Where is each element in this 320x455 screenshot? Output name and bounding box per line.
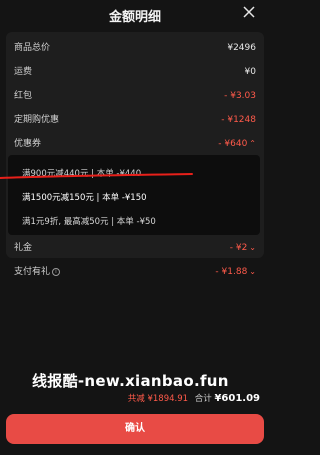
redpacket-label: 红包 bbox=[14, 91, 33, 101]
coupon-label: 优惠券 bbox=[14, 139, 42, 149]
gift-money-value: - ¥2 bbox=[229, 243, 248, 253]
row-gift-money[interactable]: 礼金 - ¥2 ⌄ bbox=[8, 240, 262, 256]
coupon-value-wrap: - ¥640 ⌃ bbox=[218, 136, 256, 152]
row-shipping: 运费 ¥0 bbox=[8, 64, 262, 80]
close-icon[interactable] bbox=[242, 5, 256, 19]
row-redpacket: 红包 - ¥3.03 bbox=[8, 88, 262, 104]
row-goods-total: 商品总价 ¥2496 bbox=[8, 40, 262, 56]
header: 金额明细 bbox=[0, 0, 270, 30]
periodic-discount-label: 定期购优惠 bbox=[14, 115, 60, 125]
shipping-label: 运费 bbox=[14, 67, 33, 77]
info-icon[interactable]: i bbox=[52, 267, 61, 276]
gift-money-value-wrap: - ¥2 ⌄ bbox=[230, 240, 256, 256]
periodic-discount-value: - ¥1248 bbox=[221, 115, 256, 125]
row-periodic-discount: 定期购优惠 - ¥1248 bbox=[8, 112, 262, 128]
page-title: 金额明细 bbox=[108, 10, 161, 25]
chevron-down-icon[interactable]: ⌄ bbox=[249, 264, 256, 280]
goods-total-value: ¥2496 bbox=[227, 43, 256, 53]
payment-gift-label: 支付有礼 bbox=[14, 267, 51, 277]
redpacket-value: - ¥3.03 bbox=[224, 91, 256, 101]
coupon-list: 满900元减440元 | 本单 -¥440 满1500元减150元 | 本单 -… bbox=[8, 155, 260, 235]
row-payment-gift[interactable]: 支付有礼 i - ¥1.88 ⌄ bbox=[8, 264, 262, 280]
chevron-up-icon[interactable]: ⌃ bbox=[249, 136, 256, 152]
shipping-value: ¥0 bbox=[244, 67, 256, 77]
coupon-value: - ¥640 bbox=[218, 139, 248, 149]
total-label: 合计 bbox=[194, 394, 212, 404]
payment-gift-value-wrap: - ¥1.88 ⌄ bbox=[215, 264, 256, 280]
gift-money-label: 礼金 bbox=[14, 243, 33, 253]
watermark-text: 线报酷-new.xianbao.fun bbox=[32, 372, 229, 390]
total-amount: ¥601.09 bbox=[214, 393, 260, 404]
coupon-item[interactable]: 满1元9折, 最高减50元 | 本单 -¥50 bbox=[22, 215, 156, 227]
highlight-underline bbox=[0, 173, 193, 179]
row-coupon[interactable]: 优惠券 - ¥640 ⌃ bbox=[8, 136, 262, 152]
payment-gift-value: - ¥1.88 bbox=[215, 267, 248, 277]
payment-gift-label-wrap: 支付有礼 i bbox=[14, 264, 61, 280]
price-summary: 共减 ¥1894.91 合计 ¥601.09 bbox=[128, 392, 260, 404]
confirm-button[interactable]: 确认 bbox=[6, 414, 264, 444]
coupon-item[interactable]: 满1500元减150元 | 本单 -¥150 bbox=[22, 191, 147, 203]
chevron-down-icon[interactable]: ⌄ bbox=[249, 240, 256, 256]
goods-total-label: 商品总价 bbox=[14, 43, 51, 53]
total-saved: 共减 ¥1894.91 bbox=[127, 394, 189, 404]
